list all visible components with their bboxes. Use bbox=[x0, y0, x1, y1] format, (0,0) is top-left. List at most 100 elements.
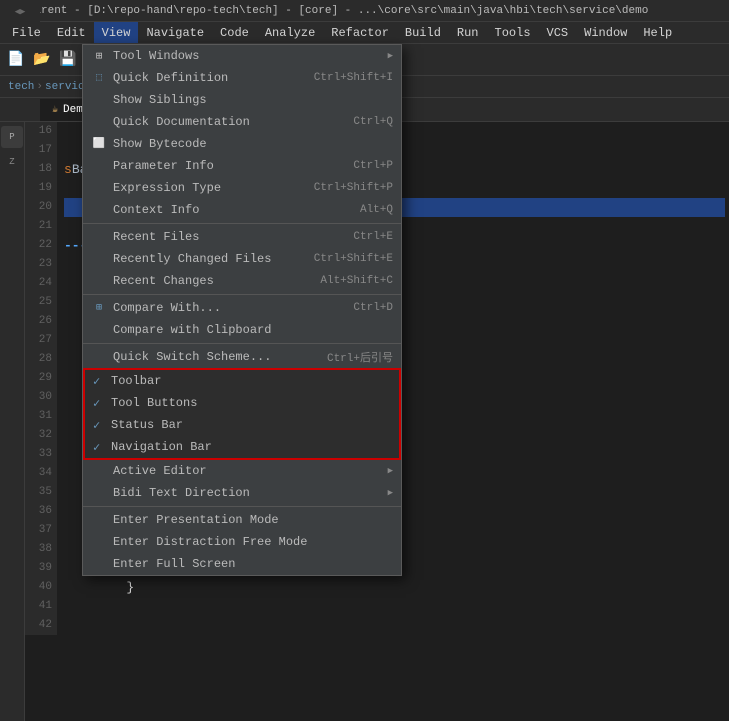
full-screen-label: Enter Full Screen bbox=[113, 557, 235, 571]
menu-item-toolbar[interactable]: ✓ Toolbar bbox=[85, 370, 399, 392]
menu-item-recent-changes[interactable]: Recent Changes Alt+Shift+C bbox=[83, 270, 401, 292]
sep-1 bbox=[83, 223, 401, 224]
menu-file[interactable]: File bbox=[4, 22, 49, 43]
menu-refactor[interactable]: Refactor bbox=[323, 22, 397, 43]
empty-icon-13 bbox=[91, 512, 107, 528]
menu-navigate[interactable]: Navigate bbox=[138, 22, 212, 43]
compare-with-shortcut: Ctrl+D bbox=[353, 302, 393, 314]
menu-item-recent-files[interactable]: Recent Files Ctrl+E bbox=[83, 226, 401, 248]
project-panel-icon[interactable]: P bbox=[1, 126, 23, 148]
presentation-mode-label: Enter Presentation Mode bbox=[113, 513, 279, 527]
empty-icon-7 bbox=[91, 251, 107, 267]
menu-item-show-siblings[interactable]: Show Siblings bbox=[83, 89, 401, 111]
bytecode-icon: ⬜ bbox=[91, 136, 107, 152]
tool-windows-label: Tool Windows bbox=[113, 49, 199, 63]
empty-icon-6 bbox=[91, 229, 107, 245]
recent-files-label: Recent Files bbox=[113, 230, 199, 244]
menu-analyze[interactable]: Analyze bbox=[257, 22, 323, 43]
quick-documentation-label: Quick Documentation bbox=[113, 115, 250, 129]
new-file-btn[interactable]: 📄 bbox=[4, 48, 28, 72]
menu-item-status-bar[interactable]: ✓ Status Bar bbox=[85, 414, 399, 436]
context-info-label: Context Info bbox=[113, 203, 199, 217]
empty-icon-10 bbox=[91, 349, 107, 365]
empty-icon-12 bbox=[91, 485, 107, 501]
navigation-bar-check: ✓ bbox=[93, 440, 105, 455]
toolbar-label: Toolbar bbox=[111, 374, 161, 388]
empty-icon-15 bbox=[91, 556, 107, 572]
menu-build[interactable]: Build bbox=[397, 22, 449, 43]
menu-item-compare-with[interactable]: ⊞ Compare With... Ctrl+D bbox=[83, 297, 401, 319]
quick-definition-label: Quick Definition bbox=[113, 71, 228, 85]
menu-item-parameter-info[interactable]: Parameter Info Ctrl+P bbox=[83, 155, 401, 177]
empty-icon-8 bbox=[91, 273, 107, 289]
left-sidebar: P Z bbox=[0, 122, 25, 721]
checked-items-group: ✓ Toolbar ✓ Tool Buttons ✓ Status Bar ✓ bbox=[83, 368, 401, 460]
bidi-text-label: Bidi Text Direction bbox=[113, 486, 250, 500]
view-menu-dropdown[interactable]: ⊞ Tool Windows ⬚ Quick Definition Ctrl+S… bbox=[82, 44, 402, 576]
sep-2 bbox=[83, 294, 401, 295]
empty-icon-4 bbox=[91, 180, 107, 196]
menu-edit[interactable]: Edit bbox=[49, 22, 94, 43]
active-editor-label: Active Editor bbox=[113, 464, 207, 478]
menu-item-context-info[interactable]: Context Info Alt+Q bbox=[83, 199, 401, 221]
menu-item-recently-changed[interactable]: Recently Changed Files Ctrl+Shift+E bbox=[83, 248, 401, 270]
empty-icon-9 bbox=[91, 322, 107, 338]
menu-item-quick-switch[interactable]: Quick Switch Scheme... Ctrl+后引号 bbox=[83, 346, 401, 368]
menu-tools[interactable]: Tools bbox=[487, 22, 539, 43]
menu-view[interactable]: View bbox=[94, 22, 139, 43]
tool-windows-icon: ⊞ bbox=[91, 48, 107, 64]
navigation-bar-label: Navigation Bar bbox=[111, 440, 212, 454]
menu-item-active-editor[interactable]: Active Editor bbox=[83, 460, 401, 482]
menu-bar: File Edit View Navigate Code Analyze Ref… bbox=[0, 22, 729, 44]
menu-run[interactable]: Run bbox=[449, 22, 487, 43]
empty-icon-3 bbox=[91, 158, 107, 174]
menu-item-quick-documentation[interactable]: Quick Documentation Ctrl+Q bbox=[83, 111, 401, 133]
menu-code[interactable]: Code bbox=[212, 22, 257, 43]
menu-item-presentation-mode[interactable]: Enter Presentation Mode bbox=[83, 509, 401, 531]
title-bar: HbiParent - [D:\repo-hand\repo-tech\tech… bbox=[0, 0, 729, 22]
nav-tech[interactable]: tech bbox=[8, 81, 34, 93]
menu-item-distraction-free[interactable]: Enter Distraction Free Mode bbox=[83, 531, 401, 553]
recent-changes-label: Recent Changes bbox=[113, 274, 214, 288]
recent-changes-shortcut: Alt+Shift+C bbox=[320, 275, 393, 287]
status-bar-label: Status Bar bbox=[111, 418, 183, 432]
recently-changed-shortcut: Ctrl+Shift+E bbox=[314, 253, 393, 265]
open-btn[interactable]: 📂 bbox=[30, 48, 54, 72]
compare-clipboard-label: Compare with Clipboard bbox=[113, 323, 271, 337]
expression-type-shortcut: Ctrl+Shift+P bbox=[314, 182, 393, 194]
menu-item-full-screen[interactable]: Enter Full Screen bbox=[83, 553, 401, 575]
tab-scroll-icon: ◀▶ bbox=[15, 7, 26, 17]
compare-with-label: Compare With... bbox=[113, 301, 221, 315]
empty-icon-14 bbox=[91, 534, 107, 550]
quick-documentation-shortcut: Ctrl+Q bbox=[353, 116, 393, 128]
quick-switch-label: Quick Switch Scheme... bbox=[113, 350, 271, 364]
menu-item-expression-type[interactable]: Expression Type Ctrl+Shift+P bbox=[83, 177, 401, 199]
title-text: HbiParent - [D:\repo-hand\repo-tech\tech… bbox=[8, 5, 648, 17]
compare-icon: ⊞ bbox=[91, 300, 107, 316]
menu-item-bidi-text[interactable]: Bidi Text Direction bbox=[83, 482, 401, 504]
menu-item-quick-definition[interactable]: ⬚ Quick Definition Ctrl+Shift+I bbox=[83, 67, 401, 89]
code-line-40: } bbox=[64, 578, 725, 597]
menu-item-show-bytecode[interactable]: ⬜ Show Bytecode bbox=[83, 133, 401, 155]
menu-item-tool-buttons[interactable]: ✓ Tool Buttons bbox=[85, 392, 399, 414]
code-line-42 bbox=[64, 616, 725, 635]
distraction-free-label: Enter Distraction Free Mode bbox=[113, 535, 307, 549]
menu-item-compare-clipboard[interactable]: Compare with Clipboard bbox=[83, 319, 401, 341]
menu-vcs[interactable]: VCS bbox=[539, 22, 577, 43]
sep-4 bbox=[83, 506, 401, 507]
menu-help[interactable]: Help bbox=[635, 22, 680, 43]
tool-buttons-label: Tool Buttons bbox=[111, 396, 197, 410]
code-line-41 bbox=[64, 597, 725, 616]
menu-item-navigation-bar[interactable]: ✓ Navigation Bar bbox=[85, 436, 399, 458]
menu-item-tool-windows[interactable]: ⊞ Tool Windows bbox=[83, 45, 401, 67]
empty-icon-1 bbox=[91, 92, 107, 108]
parameter-info-label: Parameter Info bbox=[113, 159, 214, 173]
quick-definition-shortcut: Ctrl+Shift+I bbox=[314, 72, 393, 84]
java-file-icon: ☕ bbox=[52, 104, 58, 116]
menu-window[interactable]: Window bbox=[576, 22, 635, 43]
save-btn[interactable]: 💾 bbox=[56, 48, 80, 72]
structure-panel-icon[interactable]: Z bbox=[2, 152, 22, 172]
nav-sep-1: › bbox=[36, 81, 43, 93]
show-siblings-label: Show Siblings bbox=[113, 93, 207, 107]
expression-type-label: Expression Type bbox=[113, 181, 221, 195]
